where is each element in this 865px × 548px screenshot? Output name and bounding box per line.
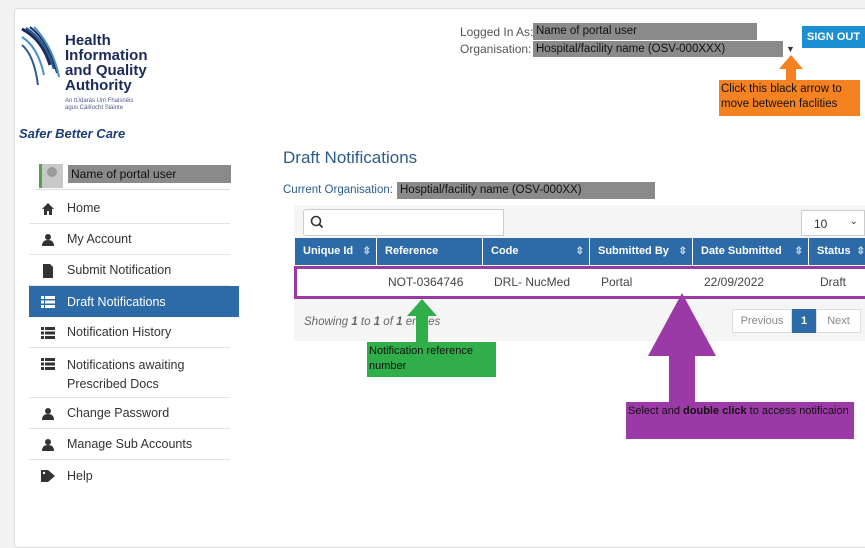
sidebar-item-help[interactable]: Help xyxy=(29,460,230,491)
sidebar-item-label: Help xyxy=(67,468,93,483)
previous-page-button[interactable]: Previous xyxy=(732,309,792,333)
sign-out-button[interactable]: SIGN OUT xyxy=(802,26,865,48)
sidebar-item-label: Home xyxy=(67,201,101,215)
logo-irish-text: An tÚdarás Um Fhaisnéis agus Cáilíocht S… xyxy=(65,98,134,111)
list-icon xyxy=(41,358,55,370)
next-page-button[interactable]: Next xyxy=(816,309,861,333)
column-header-unique-id[interactable]: Unique Id ⇳ xyxy=(295,238,377,265)
sidebar-user-name: Name of portal user xyxy=(68,165,231,183)
user-icon xyxy=(42,408,54,420)
column-header-status[interactable]: Status ⇳ xyxy=(809,238,865,265)
sidebar-item-change-password[interactable]: Change Password xyxy=(29,398,230,429)
organisation-label: Organisation: xyxy=(460,42,532,56)
organisation-select[interactable]: Hospital/facility name (OSV-000XXX) xyxy=(533,41,783,57)
tagline: Safer Better Care xyxy=(19,126,126,141)
sidebar-item-label: Change Password xyxy=(67,406,170,420)
sidebar-item-draft-notifications[interactable]: Draft Notifications xyxy=(29,286,239,317)
user-icon xyxy=(42,234,54,246)
sidebar-item-notification-history[interactable]: Notification History xyxy=(29,317,230,348)
list-icon xyxy=(41,327,55,339)
logged-in-user: Name of portal user xyxy=(533,23,757,40)
cell-reference: NOT-0364746 xyxy=(388,275,464,289)
sidebar-item-label: Notifications awaiting Prescribed Docs xyxy=(67,358,185,391)
page-size-value: 10 xyxy=(814,217,828,231)
page-title: Draft Notifications xyxy=(283,148,418,167)
sidebar-item-home[interactable]: Home xyxy=(29,193,230,224)
cell-code: DRL- NucMed xyxy=(494,275,571,289)
table-row[interactable]: NOT-0364746 DRL- NucMed Portal 22/09/202… xyxy=(294,266,865,299)
sidebar-nav: Home My Account Submit Notification Draf… xyxy=(29,193,239,491)
purple-arrow-icon xyxy=(648,293,716,403)
sidebar-item-label: Notification History xyxy=(67,325,172,339)
column-header-date-submitted[interactable]: Date Submitted ⇳ xyxy=(693,238,809,265)
column-header-code[interactable]: Code ⇳ xyxy=(483,238,590,265)
sort-icon: ⇳ xyxy=(362,246,371,257)
document-icon xyxy=(43,264,53,278)
sidebar-item-label: Manage Sub Accounts xyxy=(67,437,193,451)
tags-icon xyxy=(41,470,55,482)
avatar xyxy=(39,164,63,188)
sort-icon: ⇳ xyxy=(575,246,584,257)
sidebar-item-label: Submit Notification xyxy=(67,263,172,277)
search-input[interactable] xyxy=(330,209,504,236)
table-header: Unique Id ⇳ Reference Code ⇳ Submitted By ⇳… xyxy=(295,238,865,265)
logged-in-label: Logged In As: xyxy=(460,25,534,39)
column-header-submitted-by[interactable]: Submitted By ⇳ xyxy=(590,238,693,265)
sort-icon: ⇳ xyxy=(678,246,687,257)
sort-icon: ⇳ xyxy=(856,246,865,257)
logo-swirl-icon xyxy=(21,26,60,86)
logo-text: Health Information and Quality Authority xyxy=(65,32,148,94)
sidebar-item-label: My Account xyxy=(67,232,132,246)
sidebar-item-awaiting-prescribed-docs[interactable]: Notifications awaiting Prescribed Docs xyxy=(29,348,230,398)
current-organisation-value: Hosptial/facility name (OSV-000XX) xyxy=(397,182,655,199)
page-1-button[interactable]: 1 xyxy=(792,309,816,333)
sidebar-user: Name of portal user xyxy=(36,162,231,190)
annotation-purple: Select and double click to access notifi… xyxy=(626,402,854,439)
list-icon xyxy=(41,296,55,308)
green-arrow-icon xyxy=(407,299,437,343)
annotation-orange: Click this black arrow to move between f… xyxy=(719,80,860,116)
sidebar-item-my-account[interactable]: My Account xyxy=(29,224,230,255)
cell-status: Draft xyxy=(820,275,847,289)
sidebar-item-label: Draft Notifications xyxy=(67,294,166,309)
search-icon xyxy=(310,215,324,229)
chevron-down-icon: ⌄ xyxy=(849,216,858,227)
orange-arrow-icon xyxy=(779,55,803,80)
sidebar-item-submit-notification[interactable]: Submit Notification xyxy=(29,255,230,286)
sort-icon: ⇳ xyxy=(794,246,803,257)
home-icon xyxy=(42,203,54,215)
search-button[interactable] xyxy=(303,209,331,236)
sidebar-item-manage-sub-accounts[interactable]: Manage Sub Accounts xyxy=(29,429,230,460)
cell-unique-id xyxy=(297,269,377,296)
current-organisation-label: Current Organisation: xyxy=(283,184,393,196)
column-header-reference[interactable]: Reference xyxy=(377,238,483,265)
user-icon xyxy=(42,439,54,451)
annotation-green: Notification reference number xyxy=(367,342,496,377)
page-size-select[interactable]: 10 ⌄ xyxy=(801,210,865,236)
